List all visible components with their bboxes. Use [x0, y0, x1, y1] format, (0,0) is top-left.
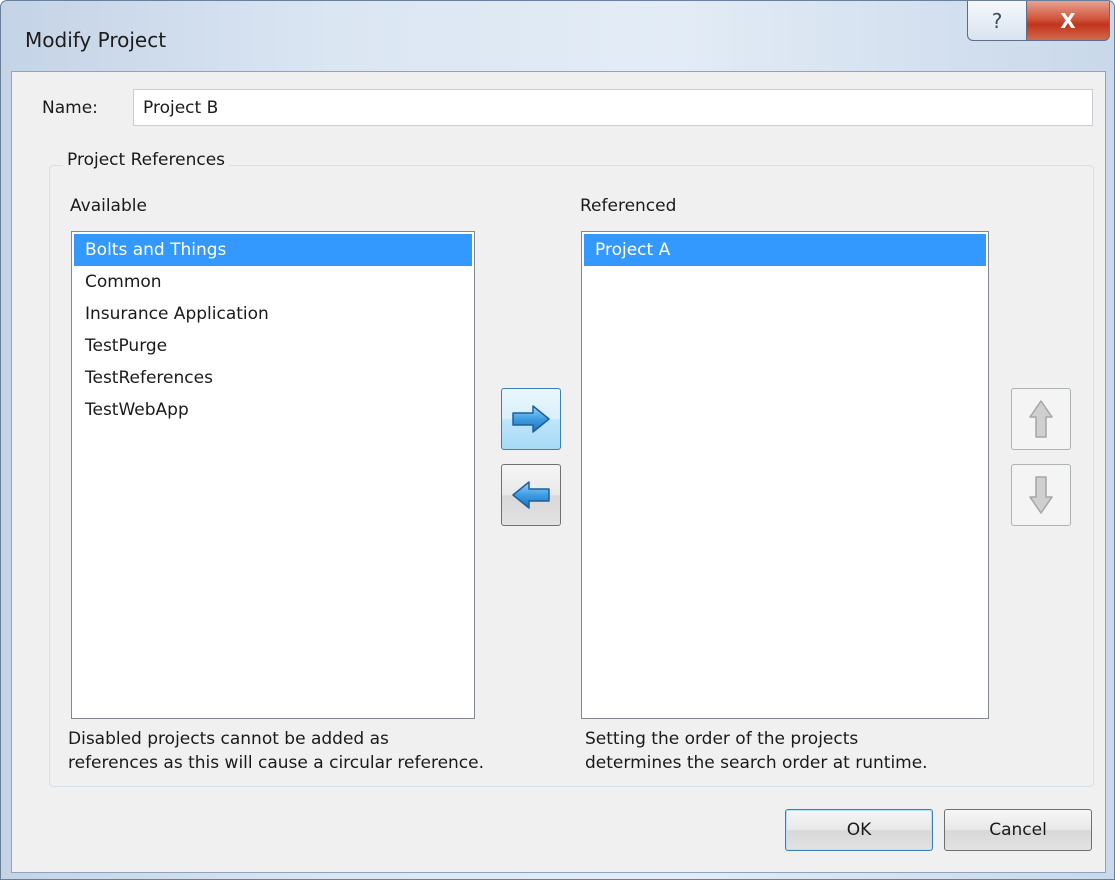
dialog-body: Name: Project References Available Bolts…: [11, 71, 1106, 873]
arrow-up-icon: [1029, 400, 1053, 438]
name-label: Name:: [42, 98, 98, 118]
window-title: Modify Project: [25, 28, 167, 52]
add-reference-button[interactable]: [501, 388, 561, 450]
name-input[interactable]: [133, 89, 1093, 126]
list-item[interactable]: Insurance Application: [74, 298, 472, 330]
available-hint: Disabled projects cannot be added as ref…: [68, 727, 484, 775]
list-item[interactable]: Bolts and Things: [74, 234, 472, 266]
list-item[interactable]: TestReferences: [74, 362, 472, 394]
referenced-hint: Setting the order of the projects determ…: [585, 727, 928, 775]
help-icon: ?: [991, 8, 1003, 33]
arrow-right-icon: [512, 405, 550, 433]
available-listbox[interactable]: Bolts and Things Common Insurance Applicat…: [71, 231, 475, 719]
referenced-listbox[interactable]: Project A: [581, 231, 989, 719]
arrow-left-icon: [512, 481, 550, 509]
list-item[interactable]: TestPurge: [74, 330, 472, 362]
list-item[interactable]: TestWebApp: [74, 394, 472, 426]
help-button[interactable]: ?: [967, 1, 1027, 41]
referenced-hint-line1: Setting the order of the projects: [585, 729, 859, 749]
available-hint-line2: references as this will cause a circular…: [68, 753, 485, 773]
list-item[interactable]: Project A: [584, 234, 986, 266]
cancel-button[interactable]: Cancel: [944, 809, 1092, 851]
remove-reference-button[interactable]: [501, 464, 561, 526]
cancel-button-label: Cancel: [989, 820, 1047, 840]
project-references-label: Project References: [63, 150, 230, 170]
title-bar[interactable]: Modify Project ? X: [1, 1, 1114, 71]
close-icon: X: [1060, 8, 1076, 33]
move-down-button[interactable]: [1011, 464, 1071, 526]
arrow-down-icon: [1029, 476, 1053, 514]
ok-button-label: OK: [846, 820, 872, 840]
list-item[interactable]: Common: [74, 266, 472, 298]
ok-button[interactable]: OK: [785, 809, 933, 851]
move-up-button[interactable]: [1011, 388, 1071, 450]
available-label: Available: [70, 196, 147, 216]
referenced-label: Referenced: [580, 196, 677, 216]
available-hint-line1: Disabled projects cannot be added as: [68, 729, 389, 749]
modify-project-dialog: Modify Project ? X Name: Project Referen…: [0, 0, 1115, 880]
referenced-hint-line2: determines the search order at runtime.: [585, 753, 928, 773]
close-button[interactable]: X: [1026, 1, 1110, 41]
